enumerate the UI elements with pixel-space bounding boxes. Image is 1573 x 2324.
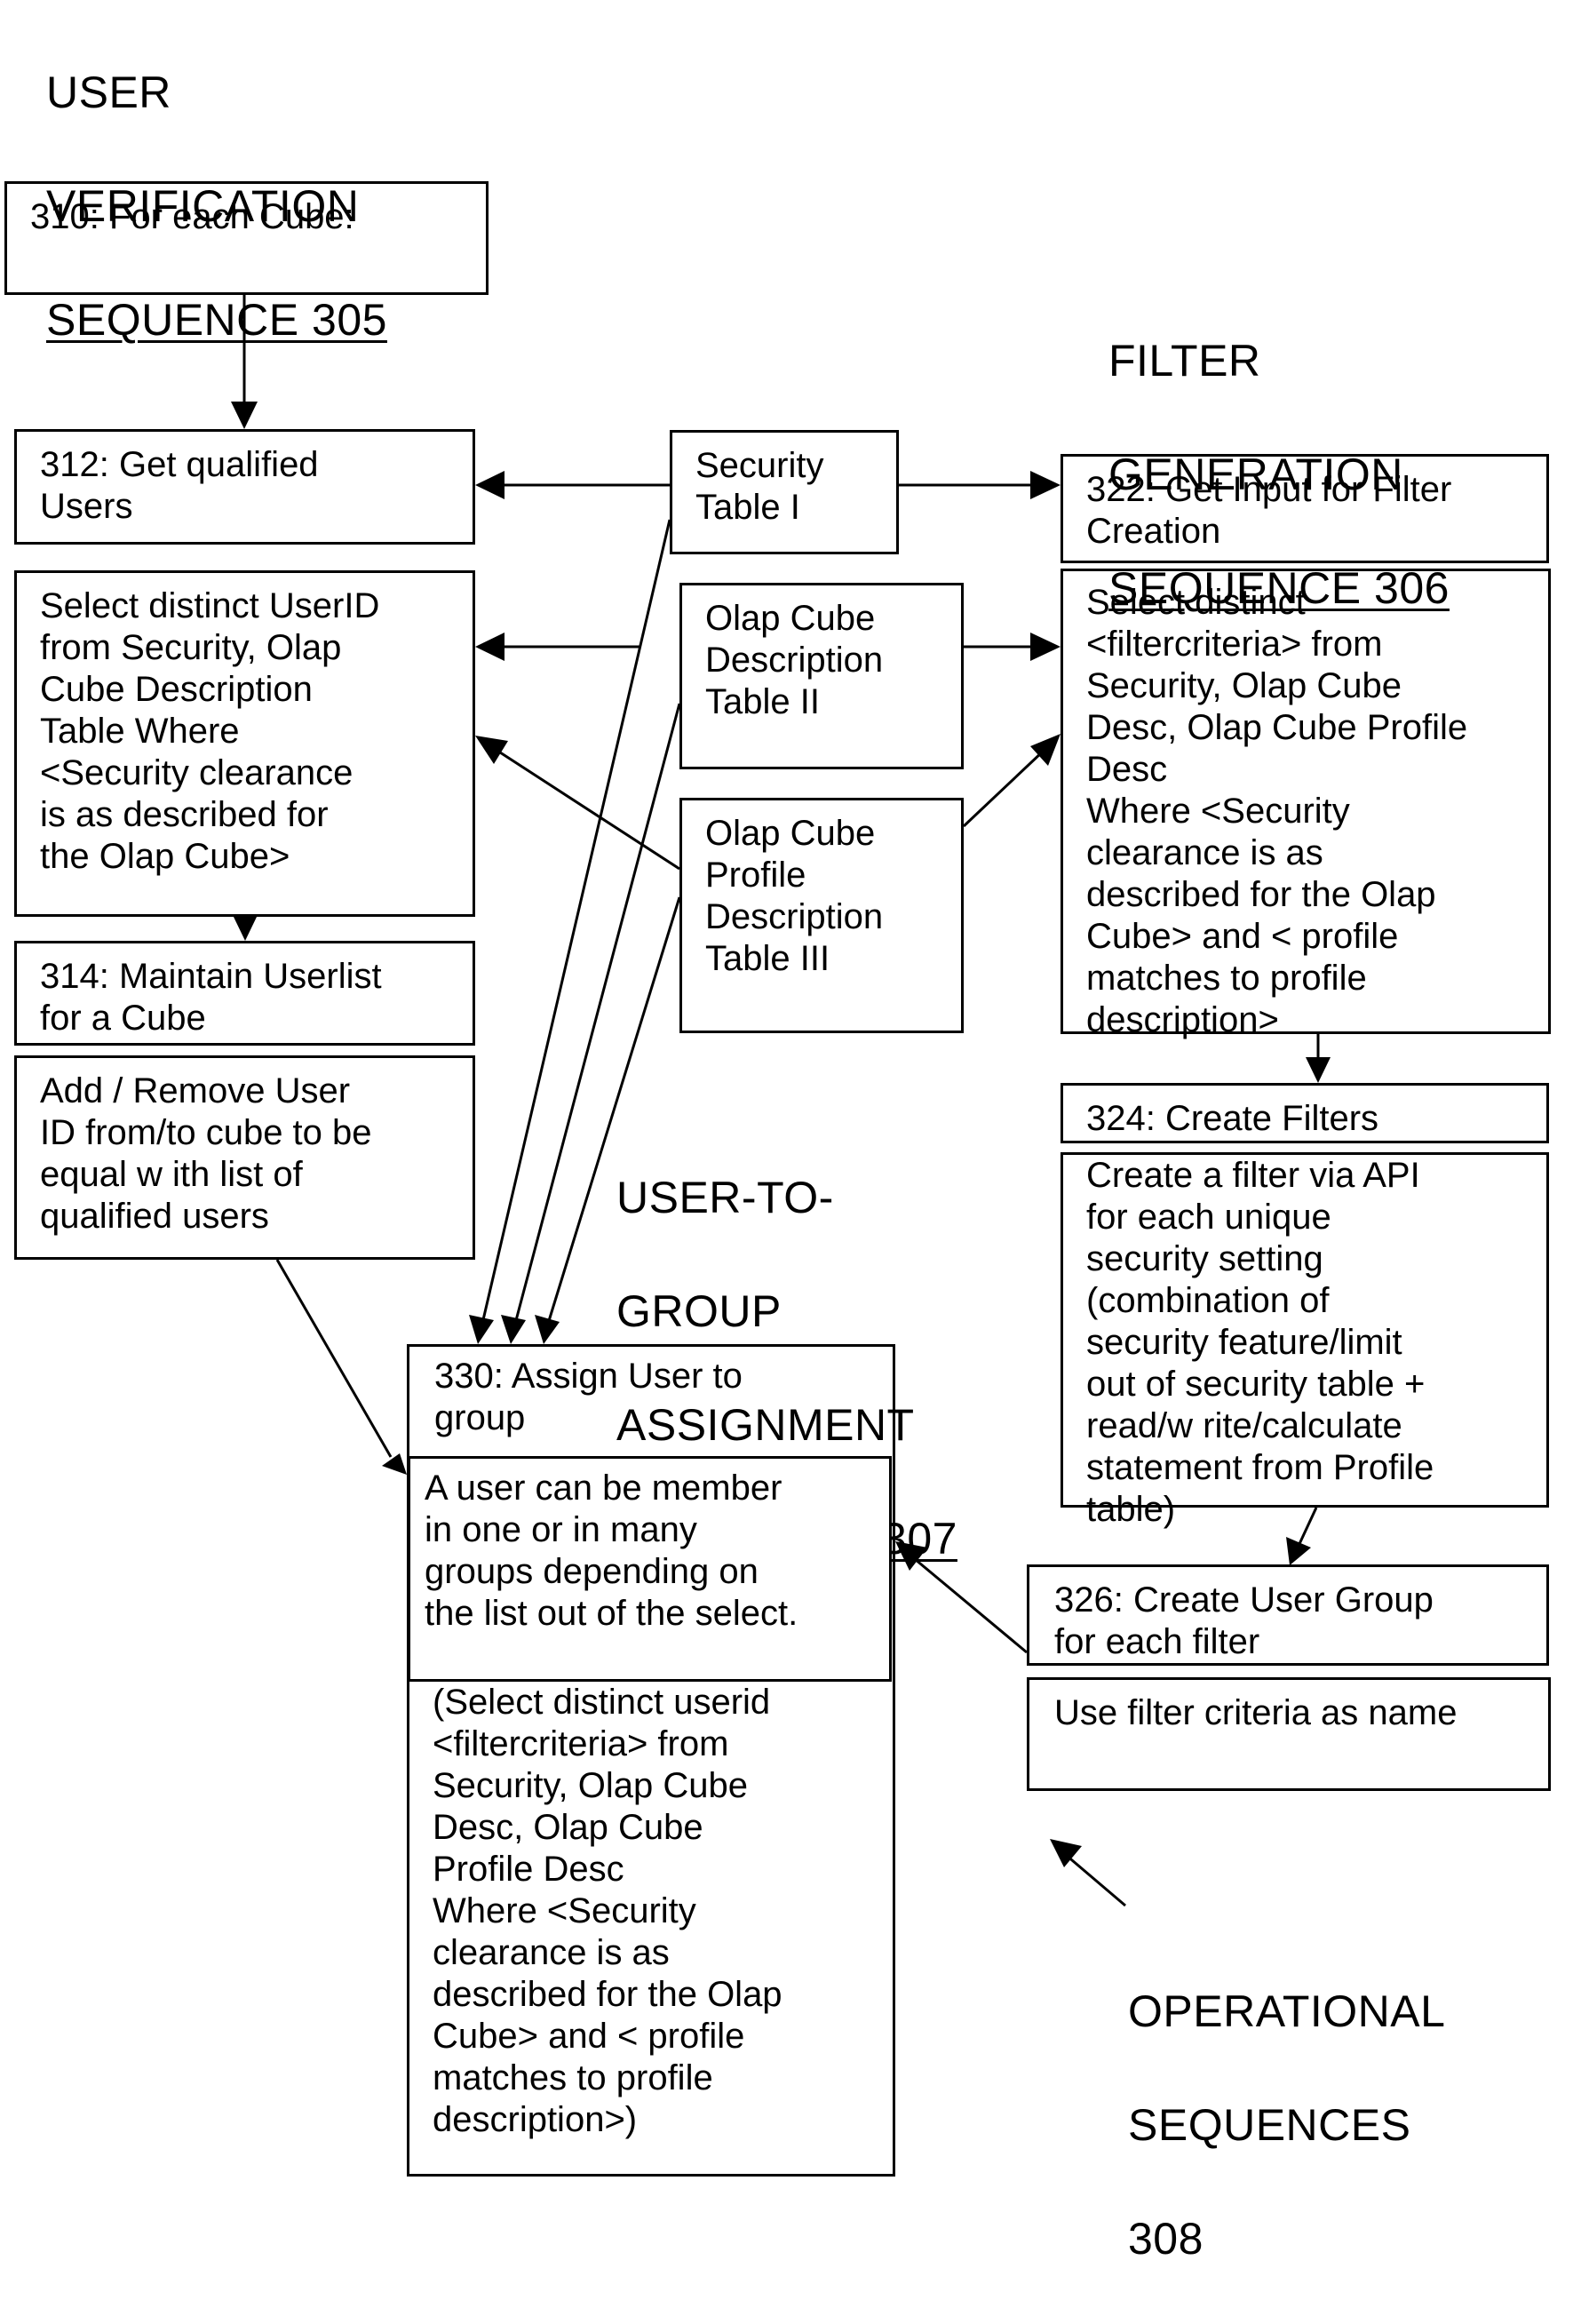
section-title-operational: OPERATIONAL SEQUENCES 308 xyxy=(1128,1926,1445,2324)
arrow-312-to-314 xyxy=(233,915,258,941)
arrow-table2-to-312-detail xyxy=(475,633,640,661)
box-324-detail: Create a filter via API for each unique … xyxy=(1061,1152,1549,1529)
box-330-note: A user can be member in one or in many g… xyxy=(408,1456,892,1682)
title-line: GROUP xyxy=(616,1286,782,1336)
box-324-detail-text: Create a filter via API for each unique … xyxy=(1086,1156,1434,1529)
box-322-detail: Select distinct <filtercriteria> from Se… xyxy=(1061,569,1551,1039)
arrow-table1-to-322 xyxy=(899,471,1061,499)
title-line: FILTER xyxy=(1108,336,1261,386)
title-line: USER xyxy=(46,68,171,117)
title-line: SEQUENCES xyxy=(1128,2100,1411,2150)
box-322-detail-text: Select distinct <filtercriteria> from Se… xyxy=(1086,583,1468,1039)
box-312-detail-text: Select distinct UserID from Security, Ol… xyxy=(40,586,380,876)
box-326: 326: Create User Group for each filter xyxy=(1027,1564,1549,1666)
operational-pointer-arrow xyxy=(1050,1839,1126,1907)
box-314-label: 314: Maintain Userlist for a Cube xyxy=(40,957,382,1038)
box-326-detail: Use filter criteria as name xyxy=(1027,1677,1551,1791)
security-table-label: Security Table I xyxy=(695,446,824,527)
box-314: 314: Maintain Userlist for a Cube xyxy=(14,941,475,1046)
box-322-label: 322: Get Input for Filter Creation xyxy=(1086,470,1452,551)
arrow-table2-to-322-detail xyxy=(964,633,1061,661)
box-326-detail-text: Use filter criteria as name xyxy=(1054,1693,1458,1732)
box-330-note-text: A user can be member in one or in many g… xyxy=(425,1468,798,1633)
arrow-table3-to-322-detail xyxy=(962,734,1061,828)
arrow-table3-to-312-detail xyxy=(475,736,680,871)
olap-cube-profile-description-table-iii: Olap Cube Profile Description Table III xyxy=(679,798,964,1033)
box-314-detail: Add / Remove User ID from/to cube to be … xyxy=(14,1055,475,1260)
box-312: 312: Get qualified Users xyxy=(14,429,475,545)
box-312-label: 312: Get qualified Users xyxy=(40,445,319,526)
title-line: 308 xyxy=(1128,2214,1204,2264)
box-330-label: 330: Assign User to group xyxy=(434,1357,743,1437)
title-line: OPERATIONAL xyxy=(1128,1986,1446,2036)
olap-cube-description-table-ii: Olap Cube Description Table II xyxy=(679,583,964,769)
olap-cube-description-label: Olap Cube Description Table II xyxy=(705,599,884,721)
box-324: 324: Create Filters xyxy=(1061,1083,1549,1143)
box-310: 310: For each Cube: xyxy=(4,181,489,295)
box-330-detail-text: (Select distinct userid <filtercriteria>… xyxy=(433,1683,783,2139)
title-line: USER-TO- xyxy=(616,1173,834,1222)
arrow-314-to-330 xyxy=(275,1259,407,1475)
box-314-detail-text: Add / Remove User ID from/to cube to be … xyxy=(40,1071,372,1236)
box-322: 322: Get Input for Filter Creation xyxy=(1061,454,1549,563)
security-table-i: Security Table I xyxy=(670,430,899,554)
title-line-underlined: SEQUENCE 305 xyxy=(46,295,387,345)
box-326-label: 326: Create User Group for each filter xyxy=(1054,1580,1434,1661)
box-310-label: 310: For each Cube: xyxy=(30,197,354,236)
arrow-table1-to-312 xyxy=(475,471,670,499)
box-312-detail: Select distinct UserID from Security, Ol… xyxy=(14,570,475,917)
box-324-label: 324: Create Filters xyxy=(1086,1099,1379,1138)
olap-cube-profile-label: Olap Cube Profile Description Table III xyxy=(705,814,884,978)
